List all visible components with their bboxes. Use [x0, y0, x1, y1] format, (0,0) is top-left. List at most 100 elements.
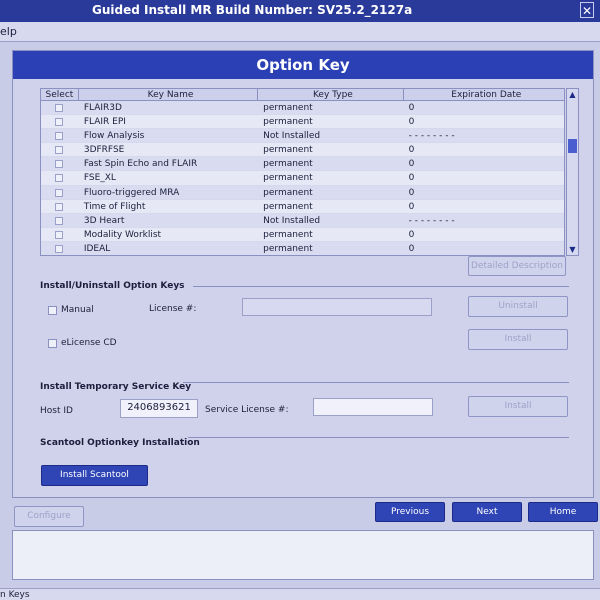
row-checkbox[interactable]	[55, 132, 63, 141]
key-type-cell: Not Installed	[263, 215, 321, 226]
key-type-cell: permanent	[263, 173, 313, 184]
expiration-cell: 0	[408, 187, 415, 198]
install-section-title: Install/Uninstall Option Keys	[40, 281, 185, 291]
row-checkbox[interactable]	[55, 188, 63, 197]
expiration-cell: 0	[408, 145, 415, 156]
install-button[interactable]: Install	[468, 329, 568, 350]
menubar: elp	[0, 22, 600, 42]
row-checkbox[interactable]	[55, 230, 63, 239]
key-name-cell: IDEAL	[83, 243, 111, 254]
divider	[188, 437, 569, 438]
scantool-section-title: Scantool Optionkey Installation	[40, 438, 200, 448]
row-checkbox[interactable]	[55, 202, 63, 211]
expiration-cell: 0	[408, 229, 415, 240]
row-checkbox[interactable]	[55, 160, 63, 169]
row-checkbox[interactable]	[55, 146, 63, 155]
temp-section-title: Install Temporary Service Key	[40, 382, 192, 392]
scroll-down-icon[interactable]: ▼	[567, 244, 578, 255]
row-select-cell[interactable]	[41, 101, 79, 114]
host-id-field: 2406893621	[120, 399, 198, 418]
key-type-cell: permanent	[263, 117, 313, 128]
key-type-cell: permanent	[263, 187, 313, 198]
key-type-cell: permanent	[263, 229, 313, 240]
table-row[interactable]: Modality Worklist permanent 0	[41, 228, 564, 242]
home-button[interactable]: Home	[528, 502, 598, 522]
divider	[183, 382, 569, 383]
install-scantool-button[interactable]: Install Scantool	[41, 465, 148, 486]
key-type-cell: permanent	[263, 103, 313, 113]
table-row[interactable]: Time of Flight permanent 0	[41, 200, 564, 214]
col-key-name: Key Name	[79, 89, 259, 100]
host-id-value: 2406893621	[127, 402, 191, 413]
previous-button[interactable]: Previous	[375, 502, 445, 522]
table-row[interactable]: 3DFRFSE permanent 0	[41, 143, 564, 158]
expiration-cell: 0	[408, 159, 415, 170]
key-name-cell: Time of Flight	[83, 201, 146, 212]
manual-checkbox[interactable]	[48, 306, 57, 315]
message-panel	[12, 530, 594, 580]
row-select-cell[interactable]	[41, 129, 79, 142]
table-row[interactable]: FSE_XL permanent 0	[41, 171, 564, 186]
expiration-cell: 0	[408, 117, 415, 128]
key-name-cell: FLAIR3D	[83, 103, 122, 113]
manual-label: Manual	[61, 305, 94, 315]
row-checkbox[interactable]	[55, 174, 63, 183]
row-select-cell[interactable]	[41, 200, 79, 213]
page-title: Option Key	[13, 51, 593, 79]
window-titlebar: Guided Install MR Build Number: SV25.2_2…	[0, 0, 600, 22]
next-button[interactable]: Next	[452, 502, 522, 522]
table-row[interactable]: Fluoro-triggered MRA permanent 0	[41, 185, 564, 200]
row-select-cell[interactable]	[41, 157, 79, 170]
row-checkbox[interactable]	[55, 244, 63, 253]
install-temp-key-button[interactable]: Install	[468, 396, 568, 417]
key-name-cell: Fluoro-triggered MRA	[83, 187, 180, 198]
row-select-cell[interactable]	[41, 115, 79, 128]
host-id-label: Host ID	[40, 406, 73, 416]
row-select-cell[interactable]	[41, 171, 79, 184]
license-input[interactable]	[242, 298, 432, 316]
table-body: FLAIR3D permanent 0 FLAIR EPI permanent 0 Flow…	[41, 101, 564, 255]
expiration-cell: 0	[408, 243, 415, 254]
close-icon[interactable]: ✕	[580, 2, 594, 18]
row-checkbox[interactable]	[55, 104, 63, 112]
row-select-cell[interactable]	[41, 242, 79, 255]
expiration-cell: 0	[408, 103, 415, 113]
configure-button[interactable]: Configure	[14, 506, 84, 527]
elicense-label: eLicense CD	[61, 338, 117, 348]
col-expiration: Expiration Date	[451, 90, 522, 100]
key-name-cell: 3DFRFSE	[83, 145, 125, 156]
row-checkbox[interactable]	[55, 118, 63, 127]
row-checkbox[interactable]	[55, 216, 63, 225]
option-key-table: Select Key Name Key Type Expiration Date…	[40, 88, 565, 256]
row-select-cell[interactable]	[41, 228, 79, 241]
service-license-input[interactable]	[313, 398, 433, 416]
divider	[193, 286, 569, 287]
col-select: Select	[41, 89, 79, 100]
uninstall-button[interactable]: Uninstall	[468, 296, 568, 317]
scroll-up-icon[interactable]: ▲	[567, 89, 578, 100]
expiration-cell: - - - - - - - -	[408, 131, 455, 142]
table-scrollbar[interactable]: ▲ ▼	[566, 88, 579, 256]
table-row[interactable]: Flow Analysis Not Installed - - - - - - - …	[41, 129, 564, 144]
key-type-cell: Not Installed	[263, 131, 321, 142]
row-select-cell[interactable]	[41, 186, 79, 199]
service-license-label: Service License #:	[205, 405, 289, 415]
key-name-cell: 3D Heart	[83, 215, 125, 226]
key-name-cell: FLAIR EPI	[83, 117, 126, 128]
table-row[interactable]: FLAIR3D permanent 0	[41, 101, 564, 116]
expiration-cell: 0	[408, 173, 415, 184]
table-row[interactable]: IDEAL permanent 0	[41, 241, 564, 255]
key-name-cell: Modality Worklist	[83, 229, 162, 240]
table-header: Select Key Name Key Type Expiration Date	[41, 89, 564, 101]
elicense-checkbox[interactable]	[48, 339, 57, 348]
table-row[interactable]: Fast Spin Echo and FLAIR permanent 0	[41, 157, 564, 172]
detailed-description-button[interactable]: Detailed Description	[468, 256, 566, 276]
row-select-cell[interactable]	[41, 214, 79, 227]
row-select-cell[interactable]	[41, 143, 79, 156]
key-name-cell: FSE_XL	[83, 173, 116, 184]
key-name-cell: Fast Spin Echo and FLAIR	[83, 159, 198, 170]
table-row[interactable]: 3D Heart Not Installed - - - - - - - -	[41, 213, 564, 228]
table-row[interactable]: FLAIR EPI permanent 0	[41, 115, 564, 130]
scroll-thumb[interactable]	[568, 139, 577, 153]
menu-help[interactable]: elp	[0, 25, 17, 38]
